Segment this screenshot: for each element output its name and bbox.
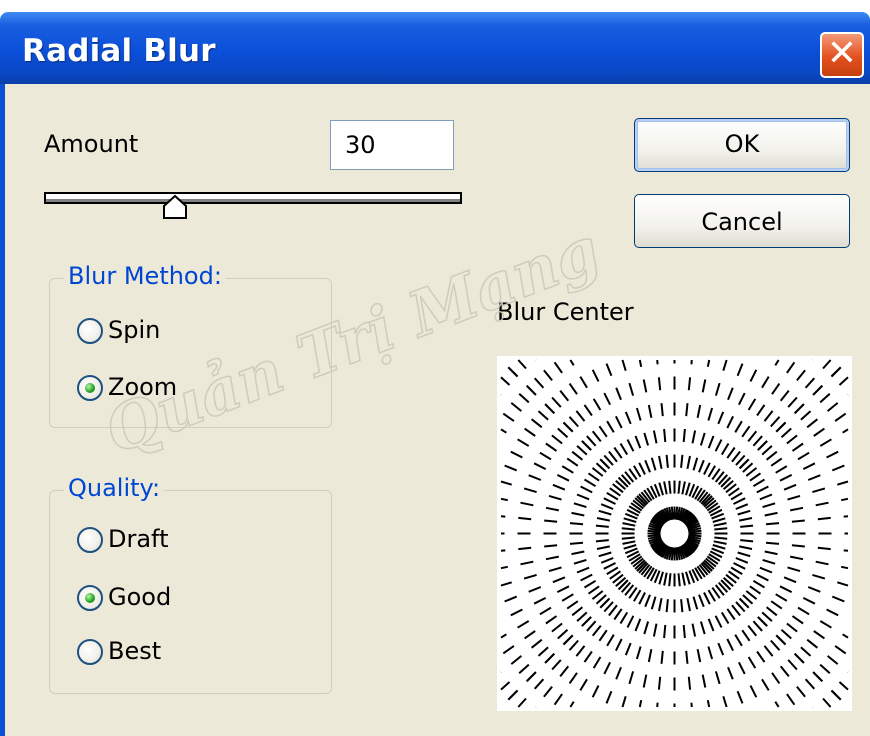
blur-method-group (49, 278, 332, 428)
amount-label: Amount (44, 130, 139, 158)
best-radio[interactable] (77, 639, 103, 665)
title-bar[interactable]: Radial Blur ✕ (0, 12, 870, 84)
zoom-radio[interactable] (77, 375, 103, 401)
close-icon: ✕ (826, 33, 858, 74)
good-radio[interactable] (77, 585, 103, 611)
zoom-radio-label[interactable]: Zoom (108, 373, 177, 401)
amount-input[interactable] (330, 120, 454, 170)
draft-radio[interactable] (77, 527, 103, 553)
cancel-button[interactable]: Cancel (634, 194, 850, 248)
draft-radio-label[interactable]: Draft (108, 525, 169, 553)
quality-legend: Quality: (64, 474, 165, 502)
blur-center-preview[interactable] (497, 356, 852, 711)
good-radio-label[interactable]: Good (108, 583, 171, 611)
close-button[interactable]: ✕ (820, 32, 864, 78)
radial-blur-dialog: Radial Blur ✕ Amount OK Cancel Blur Meth… (0, 0, 870, 736)
amount-slider-track[interactable] (44, 192, 462, 204)
best-radio-label[interactable]: Best (108, 637, 161, 665)
blur-center-label: Blur Center (497, 298, 634, 326)
spin-radio[interactable] (77, 318, 103, 344)
ok-button[interactable]: OK (634, 118, 850, 172)
blur-method-legend: Blur Method: (64, 262, 226, 290)
amount-slider-thumb[interactable] (162, 194, 188, 220)
spin-radio-label[interactable]: Spin (108, 316, 160, 344)
dialog-title: Radial Blur (22, 33, 216, 69)
